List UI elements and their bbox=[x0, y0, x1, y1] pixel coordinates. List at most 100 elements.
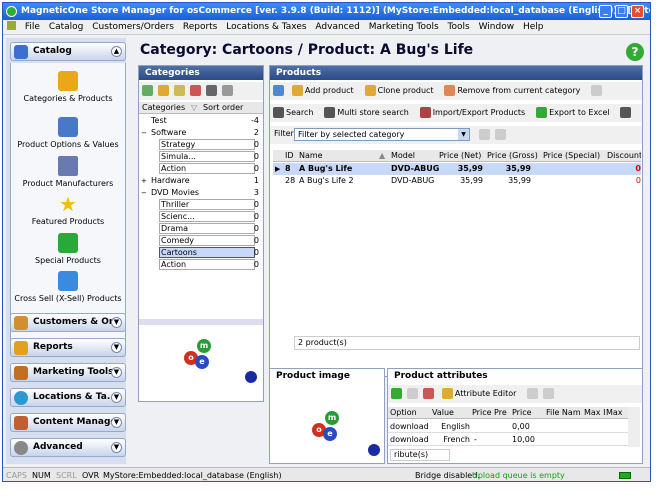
excel-icon[interactable] bbox=[536, 107, 548, 118]
refresh-icon[interactable] bbox=[273, 85, 284, 96]
add-product-button[interactable]: Add product bbox=[305, 82, 354, 99]
menu-advanced[interactable]: Advanced bbox=[315, 22, 359, 32]
col-discount[interactable]: Discount bbox=[607, 150, 641, 162]
menu-reports[interactable]: Reports bbox=[183, 22, 218, 32]
import-export-icon[interactable] bbox=[419, 107, 431, 118]
attribute-editor-icon[interactable] bbox=[441, 388, 453, 399]
chevron-down-icon[interactable]: ▼ bbox=[111, 442, 122, 453]
col-file-name[interactable]: File Nam bbox=[546, 407, 584, 419]
expander-icon[interactable]: + bbox=[141, 175, 147, 187]
sidebar-section-locations[interactable]: Locations & Ta... ▼ bbox=[10, 388, 126, 407]
expander-icon[interactable]: − bbox=[141, 187, 147, 199]
attribute-editor-button[interactable]: Attribute Editor bbox=[455, 385, 517, 402]
copy-icon[interactable] bbox=[591, 85, 603, 96]
category-row[interactable]: Thriller 0 bbox=[139, 199, 263, 211]
columns-icon[interactable] bbox=[620, 107, 632, 118]
chevron-down-icon[interactable]: ▼ bbox=[111, 317, 122, 328]
search-icon[interactable] bbox=[273, 107, 284, 118]
maximize-icon[interactable]: □ bbox=[615, 5, 628, 18]
help-icon[interactable]: ? bbox=[626, 43, 644, 61]
sidebar-item-cross-sell[interactable]: Cross Sell (X-Sell) Products bbox=[11, 271, 125, 303]
chevron-down-icon[interactable]: ▼ bbox=[111, 367, 122, 378]
col-max[interactable]: Max bbox=[606, 407, 628, 419]
scrollbar[interactable] bbox=[628, 407, 640, 447]
clone-product-icon[interactable] bbox=[364, 85, 376, 96]
col-categories[interactable]: Categories bbox=[142, 102, 185, 114]
add-product-icon[interactable] bbox=[291, 85, 303, 96]
filter-select[interactable]: Filter by selected category ▼ bbox=[294, 128, 470, 141]
sidebar-section-catalog[interactable]: Catalog ▲ bbox=[10, 42, 126, 61]
remove-from-category-button[interactable]: Remove from current category bbox=[457, 82, 580, 99]
chevron-up-icon[interactable]: ▲ bbox=[111, 46, 122, 57]
edit-category-icon[interactable] bbox=[158, 85, 169, 96]
chevron-down-icon[interactable]: ▼ bbox=[111, 392, 122, 403]
list-icon[interactable] bbox=[222, 85, 233, 96]
sidebar-item-manufacturers[interactable]: Product Manufacturers bbox=[11, 156, 125, 188]
category-row[interactable]: − Software 2 bbox=[139, 127, 263, 139]
search-button[interactable]: Search bbox=[286, 104, 313, 121]
menu-catalog[interactable]: Catalog bbox=[49, 22, 84, 32]
col-price-prefix[interactable]: Price Pre bbox=[472, 407, 512, 419]
menu-customers-orders[interactable]: Customers/Orders bbox=[92, 22, 174, 32]
category-row[interactable]: Cartoons 0 bbox=[139, 247, 263, 259]
clear-filter-icon[interactable] bbox=[495, 129, 506, 140]
expander-icon[interactable]: − bbox=[141, 127, 147, 139]
table-row[interactable]: 28 A Bug's Life 2 DVD-ABUG 35,99 35,99 0 bbox=[273, 175, 641, 187]
splitter[interactable] bbox=[139, 319, 263, 325]
menu-window[interactable]: Window bbox=[479, 22, 515, 32]
sidebar-section-marketing[interactable]: Marketing Tools ▼ bbox=[10, 363, 126, 382]
sidebar-section-content[interactable]: Content Manager ▼ bbox=[10, 413, 126, 432]
menu-marketing-tools[interactable]: Marketing Tools bbox=[369, 22, 439, 32]
sidebar-item-categories-products[interactable]: Categories & Products bbox=[11, 71, 125, 103]
category-row[interactable]: Drama 0 bbox=[139, 223, 263, 235]
chevron-down-icon[interactable]: ▼ bbox=[111, 342, 122, 353]
apply-filter-icon[interactable] bbox=[479, 129, 490, 140]
paste-icon[interactable] bbox=[543, 388, 555, 399]
category-row[interactable]: Scienc... 0 bbox=[139, 211, 263, 223]
category-row[interactable]: Simula... 0 bbox=[139, 151, 263, 163]
filter-icon[interactable]: ▽ bbox=[191, 102, 197, 114]
col-model[interactable]: Model bbox=[391, 150, 439, 162]
col-price-special[interactable]: Price (Special) bbox=[543, 150, 607, 162]
add-category-icon[interactable] bbox=[142, 85, 153, 96]
table-row[interactable]: ▶ 8 A Bug's Life DVD-ABUG 35,99 35,99 0 bbox=[273, 163, 641, 175]
edit-attribute-icon[interactable] bbox=[407, 388, 418, 399]
copy-icon[interactable] bbox=[527, 388, 539, 399]
sidebar-item-special[interactable]: Special Products bbox=[11, 233, 125, 265]
col-max-i[interactable]: Max I bbox=[584, 407, 606, 419]
close-icon[interactable]: × bbox=[631, 5, 644, 18]
category-row[interactable]: + Hardware 1 bbox=[139, 175, 263, 187]
sidebar-section-advanced[interactable]: Advanced ▼ bbox=[10, 438, 126, 457]
minimize-icon[interactable]: _ bbox=[599, 5, 612, 18]
menu-help[interactable]: Help bbox=[523, 22, 544, 32]
category-row[interactable]: Test -4 bbox=[139, 115, 263, 127]
add-attribute-icon[interactable] bbox=[391, 388, 402, 399]
category-row[interactable]: Comedy 0 bbox=[139, 235, 263, 247]
folder-icon[interactable] bbox=[174, 85, 185, 96]
grid-icon[interactable] bbox=[206, 85, 217, 96]
chevron-down-icon[interactable]: ▼ bbox=[111, 417, 122, 428]
category-row[interactable]: Action 0 bbox=[139, 259, 263, 271]
menu-locations-taxes[interactable]: Locations & Taxes bbox=[226, 22, 306, 32]
export-excel-button[interactable]: Export to Excel bbox=[549, 104, 610, 121]
menu-file[interactable]: File bbox=[25, 22, 40, 32]
import-export-button[interactable]: Import/Export Products bbox=[433, 104, 526, 121]
sidebar-item-product-options[interactable]: Product Options & Values bbox=[11, 117, 125, 149]
delete-attribute-icon[interactable] bbox=[423, 388, 434, 399]
col-price-net[interactable]: Price (Net) bbox=[439, 150, 487, 162]
category-row[interactable]: Strategy 0 bbox=[139, 139, 263, 151]
clone-product-button[interactable]: Clone product bbox=[378, 82, 434, 99]
remove-icon[interactable] bbox=[444, 85, 456, 96]
col-price[interactable]: Price bbox=[512, 407, 546, 419]
delete-category-icon[interactable] bbox=[190, 85, 201, 96]
multi-store-icon[interactable] bbox=[324, 107, 336, 118]
col-option[interactable]: Option bbox=[390, 407, 432, 419]
menu-tools[interactable]: Tools bbox=[448, 22, 470, 32]
category-row[interactable]: − DVD Movies 3 bbox=[139, 187, 263, 199]
sidebar-item-featured[interactable]: ★ Featured Products bbox=[11, 194, 125, 226]
attribute-row[interactable]: download English 0,00 bbox=[388, 421, 628, 433]
col-id[interactable]: ID bbox=[285, 150, 299, 162]
sidebar-section-reports[interactable]: Reports ▼ bbox=[10, 338, 126, 357]
col-value[interactable]: Value bbox=[432, 407, 472, 419]
chevron-down-icon[interactable]: ▼ bbox=[458, 129, 469, 140]
